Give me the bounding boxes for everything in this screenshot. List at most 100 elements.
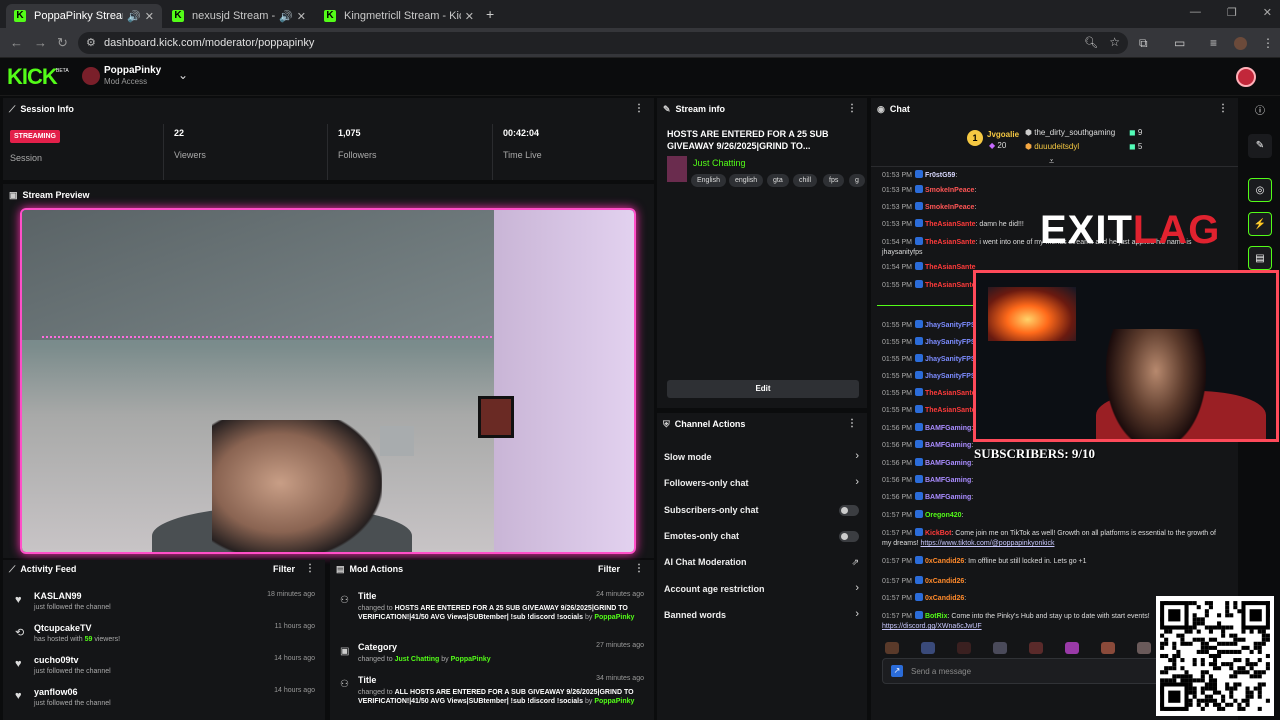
chat-username[interactable]: Oregon420	[925, 512, 962, 519]
emote-icon[interactable]	[1065, 642, 1079, 654]
restore-icon[interactable]: ❐	[1227, 6, 1237, 19]
lightning-icon[interactable]: ⚡	[1248, 212, 1272, 236]
browser-tab-poppapinky[interactable]: K PoppaPinky Stream - Kick D 🔊 ✕	[6, 4, 162, 28]
cast-icon[interactable]: ▭	[1174, 36, 1185, 50]
browser-tab-kingmetricll[interactable]: K Kingmetricll Stream - Kick Dash ✕	[316, 4, 482, 28]
zoom-icon[interactable]: 🔍︎	[1084, 36, 1098, 49]
chat-username[interactable]: SmokeInPeace	[925, 187, 974, 194]
stream-tag[interactable]: gta	[767, 174, 789, 187]
chat-username[interactable]: TheAsianSante	[925, 221, 976, 228]
emote-icon[interactable]	[885, 642, 899, 654]
chat-text: :	[964, 578, 967, 585]
chat-username[interactable]: Fr0stG59	[925, 172, 955, 179]
kebab-menu-icon[interactable]: ⋮	[847, 103, 857, 114]
omnibox[interactable]: ⚙ dashboard.kick.com/moderator/poppapink…	[78, 32, 1128, 54]
chat-username[interactable]: SmokeInPeace	[925, 204, 974, 211]
ai-chat-moderation-row[interactable]: AI Chat Moderation ⇗	[657, 549, 869, 575]
stream-tag[interactable]: chill	[793, 174, 818, 187]
chat-username[interactable]: BotRix	[925, 613, 948, 620]
activity-item[interactable]: ♥ cucho09tv just followed the channel 14…	[3, 652, 323, 684]
chat-username[interactable]: BAMFGaming	[925, 477, 971, 484]
chat-username[interactable]: 0xCandid26	[925, 578, 964, 585]
mod-badge-icon	[914, 219, 923, 227]
activity-item[interactable]: ♥ yanflow06 just followed the channel 14…	[3, 684, 323, 716]
kebab-menu-icon[interactable]: ⋮	[634, 563, 644, 574]
pencil-icon[interactable]: ✎	[1248, 134, 1272, 158]
back-icon[interactable]: ←	[10, 35, 23, 50]
chat-username[interactable]: JhaySanityFPS	[925, 322, 976, 329]
chat-link[interactable]: https://www.tiktok.com/@poppapinkyonkick	[921, 540, 1055, 547]
account-age-row[interactable]: Account age restriction ›	[657, 576, 869, 602]
chat-username[interactable]: JhaySanityFPS	[925, 339, 976, 346]
chat-username[interactable]: KickBot	[925, 530, 951, 537]
media-icon[interactable]: ≡	[1210, 36, 1217, 50]
chat-link[interactable]: https://discord.gg/XWna6cJwUF	[882, 623, 982, 630]
close-window-icon[interactable]: ✕	[1263, 6, 1272, 19]
extensions-icon[interactable]: ⧉	[1139, 36, 1148, 51]
mod-badge-icon	[914, 440, 923, 448]
top-gifter-2[interactable]: ⬢ the_dirty_southgaming	[1025, 128, 1115, 137]
activity-item[interactable]: ♥ KASLAN99 just followed the channel 18 …	[3, 588, 323, 620]
channel-switch-chevron-icon[interactable]: ⌄	[178, 68, 188, 82]
chat-username[interactable]: TheAsianSante	[925, 282, 976, 289]
subscribers-only-toggle[interactable]	[839, 505, 859, 516]
emote-icon[interactable]	[1101, 642, 1115, 654]
edit-stream-info-button[interactable]: Edit	[667, 380, 859, 398]
kick-logo[interactable]: KICK	[7, 64, 58, 90]
capture-icon[interactable]: ◎	[1248, 178, 1272, 202]
kebab-menu-icon[interactable]: ⋮	[305, 563, 315, 574]
browser-tab-nexusjd[interactable]: K nexusjd Stream - Kick Dash 🔊 ✕	[164, 4, 314, 28]
bookmark-star-icon[interactable]: ☆	[1109, 35, 1120, 49]
reload-icon[interactable]: ↻	[57, 35, 68, 51]
chat-username[interactable]: TheAsianSante	[925, 239, 976, 246]
chat-username[interactable]: BAMFGaming	[925, 494, 971, 501]
new-tab-icon[interactable]: +	[486, 6, 494, 22]
kebab-menu-icon[interactable]: ⋮	[1218, 103, 1228, 114]
kebab-menu-icon[interactable]: ⋮	[847, 418, 857, 429]
emote-icon[interactable]	[993, 642, 1007, 654]
chat-username[interactable]: 0xCandid26	[925, 595, 964, 602]
emotes-only-toggle[interactable]	[839, 531, 859, 542]
browser-menu-icon[interactable]: ⋮	[1262, 36, 1274, 50]
info-icon[interactable]: ⓘ	[1248, 100, 1272, 124]
chat-username[interactable]: BAMFGaming	[925, 425, 971, 432]
slow-mode-row[interactable]: Slow mode ›	[657, 444, 869, 470]
chat-username[interactable]: JhaySanityFPS	[925, 356, 976, 363]
chat-username[interactable]: TheAsianSante	[925, 390, 976, 397]
stream-tag[interactable]: english	[729, 174, 764, 187]
top-gifter-3[interactable]: ⬢ duuudeitsdyl	[1025, 142, 1079, 151]
followers-only-row[interactable]: Followers-only chat ›	[657, 470, 869, 496]
kebab-menu-icon[interactable]: ⋮	[634, 103, 644, 114]
chat-message-input[interactable]: ↗ Send a message	[882, 658, 1182, 684]
stream-tag[interactable]: English	[691, 174, 726, 187]
activity-filter-button[interactable]: Filter	[273, 564, 295, 574]
chat-username[interactable]: BAMFGaming	[925, 442, 971, 449]
stream-tag[interactable]: g	[849, 174, 865, 187]
banned-words-row[interactable]: Banned words ›	[657, 602, 869, 628]
top-gifter-1[interactable]: Jvgoalie	[987, 130, 1019, 139]
stream-category[interactable]: Just Chatting	[693, 158, 746, 168]
site-info-icon[interactable]: ⚙	[86, 36, 96, 49]
stream-tag[interactable]: fps	[823, 174, 845, 187]
emote-icon[interactable]	[1137, 642, 1151, 654]
chat-username[interactable]: TheAsianSante	[925, 264, 976, 271]
profile-avatar[interactable]	[1234, 37, 1247, 50]
chat-username[interactable]: BAMFGaming	[925, 460, 971, 467]
user-avatar[interactable]	[1236, 67, 1256, 87]
notes-icon[interactable]: ▤	[1248, 246, 1272, 270]
emote-icon[interactable]	[957, 642, 971, 654]
tab-close-icon[interactable]: ✕	[465, 10, 474, 23]
chat-username[interactable]: 0xCandid26	[925, 558, 964, 565]
emote-icon[interactable]	[1029, 642, 1043, 654]
chat-username[interactable]: TheAsianSante	[925, 407, 976, 414]
chat-username[interactable]: JhaySanityFPS	[925, 373, 976, 380]
minimize-icon[interactable]: —	[1190, 6, 1201, 19]
activity-item[interactable]: ⟲ QtcupcakeTV has hosted with 59 viewers…	[3, 620, 323, 652]
stream-video-player[interactable]	[20, 208, 636, 554]
forward-icon[interactable]: →	[34, 35, 47, 50]
mod-actions-filter-button[interactable]: Filter	[598, 564, 620, 574]
tab-close-icon[interactable]: ✕	[297, 10, 306, 23]
divider	[163, 124, 164, 180]
emote-icon[interactable]	[921, 642, 935, 654]
tab-close-icon[interactable]: ✕	[145, 10, 154, 23]
